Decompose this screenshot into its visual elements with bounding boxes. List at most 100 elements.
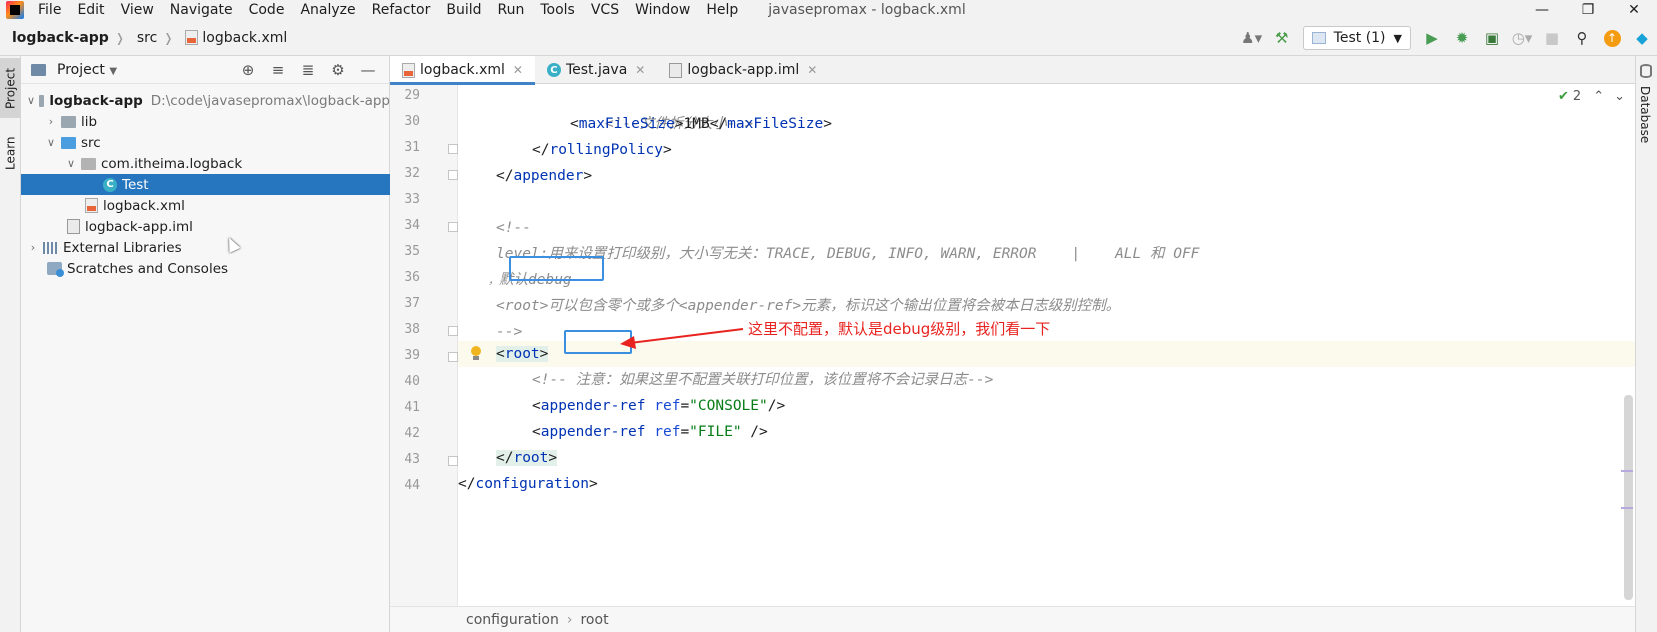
project-panel-tools: ⊕ ≡ ≣ ⚙ — bbox=[233, 56, 383, 84]
chevron-right-icon[interactable]: › bbox=[45, 115, 57, 128]
close-window-icon[interactable]: ✕ bbox=[1611, 0, 1657, 20]
menu-file[interactable]: File bbox=[30, 0, 69, 20]
menu-code[interactable]: Code bbox=[241, 0, 293, 20]
learn-tool-button[interactable]: Learn bbox=[0, 128, 21, 178]
chevron-right-icon: › bbox=[566, 611, 573, 628]
chevron-up-icon[interactable]: ⌃ bbox=[1593, 89, 1604, 104]
menu-view[interactable]: View bbox=[113, 0, 162, 20]
expand-all-icon[interactable]: ≡ bbox=[267, 59, 289, 81]
folder-icon bbox=[61, 115, 76, 128]
build-hammer-icon[interactable]: ⚒ bbox=[1271, 27, 1293, 49]
menu-refactor[interactable]: Refactor bbox=[364, 0, 439, 20]
chevron-down-icon[interactable]: ∨ bbox=[27, 94, 35, 107]
tree-item-logback-app[interactable]: ∨ logback-app D:\code\javasepromax\logba… bbox=[21, 90, 390, 111]
tree-item-external-libraries[interactable]: › External Libraries bbox=[21, 237, 390, 258]
tree-item-logback-xml[interactable]: logback.xml bbox=[21, 195, 390, 216]
vertical-scrollbar[interactable] bbox=[1621, 85, 1635, 606]
minimize-icon[interactable]: — bbox=[1519, 0, 1565, 20]
source-folder-icon bbox=[61, 136, 76, 149]
debug-icon[interactable]: ✹ bbox=[1451, 27, 1473, 49]
line-number: 44 bbox=[404, 478, 420, 493]
menu-window[interactable]: Window bbox=[627, 0, 698, 20]
code-line-41: <appender-ref ref="CONSOLE"/> bbox=[532, 398, 786, 414]
chevron-down-icon[interactable]: ∨ bbox=[65, 157, 77, 170]
menu-navigate[interactable]: Navigate bbox=[162, 0, 241, 20]
collapse-all-icon[interactable]: ≣ bbox=[297, 59, 319, 81]
code-comment: ， bbox=[488, 274, 499, 287]
fold-icon[interactable] bbox=[448, 222, 458, 232]
line-number: 37 bbox=[404, 296, 420, 311]
crumb-file[interactable]: logback.xml bbox=[173, 30, 287, 46]
chevron-right-icon: ❭ bbox=[114, 30, 125, 45]
hide-panel-icon[interactable]: — bbox=[357, 59, 379, 81]
close-icon[interactable]: ✕ bbox=[807, 63, 817, 77]
line-number: 35 bbox=[404, 244, 420, 259]
tab-test-java[interactable]: C Test.java ✕ bbox=[535, 56, 657, 84]
menu-run[interactable]: Run bbox=[490, 0, 533, 20]
scrollbar-thumb[interactable] bbox=[1624, 395, 1633, 600]
crumb-src[interactable]: src bbox=[125, 30, 157, 46]
tab-label: Test.java bbox=[565, 62, 628, 78]
fold-icon[interactable] bbox=[448, 352, 458, 362]
tree-item-label: logback.xml bbox=[103, 197, 185, 214]
gear-icon[interactable]: ⚙ bbox=[327, 59, 349, 81]
project-view-select[interactable]: Project ▼ bbox=[57, 62, 117, 78]
tree-item-src[interactable]: ∨ src bbox=[21, 132, 390, 153]
fold-icon[interactable] bbox=[448, 456, 458, 466]
user-icon[interactable]: ♟▾ bbox=[1241, 27, 1263, 49]
line-number: 32 bbox=[404, 166, 420, 181]
fold-icon[interactable] bbox=[448, 144, 458, 154]
code-line-40: <!-- 注意：如果这里不配置关联打印位置，该位置将不会记录日志--> bbox=[458, 367, 993, 393]
code-editor[interactable]: 29 30 31 32 33 34 35 36 37 38 39 40 41 4… bbox=[390, 85, 1635, 606]
tree-item-test[interactable]: C Test bbox=[21, 174, 390, 195]
project-tool-button[interactable]: Project bbox=[0, 58, 21, 118]
breadcrumb-configuration[interactable]: configuration bbox=[466, 612, 559, 628]
menu-vcs[interactable]: VCS bbox=[583, 0, 627, 20]
tree-item-scratches[interactable]: Scratches and Consoles bbox=[21, 258, 390, 279]
coverage-icon[interactable]: ▣ bbox=[1481, 27, 1503, 49]
line-number: 43 bbox=[404, 452, 420, 467]
tab-logback-xml[interactable]: logback.xml ✕ bbox=[390, 56, 535, 85]
menu-help[interactable]: Help bbox=[698, 0, 746, 20]
xml-string: "CONSOLE" bbox=[689, 398, 768, 414]
code-line-43: </root> bbox=[496, 450, 558, 466]
breadcrumb-root[interactable]: root bbox=[580, 612, 608, 628]
module-folder-icon bbox=[39, 94, 45, 107]
run-configuration-select[interactable]: Test (1) ▼ bbox=[1302, 26, 1411, 50]
fold-icon[interactable] bbox=[448, 326, 458, 336]
stop-icon[interactable]: ■ bbox=[1541, 27, 1563, 49]
line-number: 39 bbox=[404, 348, 420, 363]
library-icon bbox=[43, 241, 58, 254]
profile-icon[interactable]: ◷▾ bbox=[1511, 27, 1533, 49]
close-icon[interactable]: ✕ bbox=[513, 63, 523, 77]
run-icon[interactable]: ▶ bbox=[1421, 27, 1443, 49]
locate-icon[interactable]: ⊕ bbox=[237, 59, 259, 81]
chevron-down-icon: ▼ bbox=[1393, 31, 1402, 45]
tree-item-package[interactable]: ∨ com.itheima.logback bbox=[21, 153, 390, 174]
crumb-project[interactable]: logback-app bbox=[0, 30, 109, 46]
tree-item-lib[interactable]: › lib bbox=[21, 111, 390, 132]
tree-item-label: External Libraries bbox=[63, 239, 182, 256]
toolbox-icon[interactable]: ◆ bbox=[1631, 27, 1653, 49]
menu-edit[interactable]: Edit bbox=[69, 0, 112, 20]
restore-icon[interactable]: ❐ bbox=[1565, 0, 1611, 20]
close-icon[interactable]: ✕ bbox=[635, 63, 645, 77]
navigation-bar: logback-app ❭ src ❭ logback.xml ♟▾ ⚒ Tes… bbox=[0, 20, 1657, 56]
inspection-widget[interactable]: ✔ 2 ⌃ ⌄ bbox=[1558, 89, 1625, 104]
xml-tag: rollingPolicy bbox=[549, 142, 663, 158]
menu-analyze[interactable]: Analyze bbox=[292, 0, 363, 20]
project-panel: Project ▼ ⊕ ≡ ≣ ⚙ — ∨ logback-app D:\cod… bbox=[21, 56, 390, 632]
fold-icon[interactable] bbox=[448, 170, 458, 180]
java-class-icon: C bbox=[546, 63, 561, 77]
package-icon bbox=[81, 157, 96, 170]
update-icon[interactable]: ↑ bbox=[1601, 27, 1623, 49]
tree-item-iml[interactable]: logback-app.iml bbox=[21, 216, 390, 237]
menu-build[interactable]: Build bbox=[438, 0, 489, 20]
tab-logback-app-iml[interactable]: logback-app.iml ✕ bbox=[657, 56, 829, 84]
xml-tag: appender bbox=[513, 168, 584, 184]
chevron-down-icon[interactable]: ∨ bbox=[45, 136, 57, 149]
database-tool-button[interactable]: Database bbox=[1638, 86, 1652, 143]
chevron-right-icon[interactable]: › bbox=[27, 241, 39, 254]
menu-tools[interactable]: Tools bbox=[532, 0, 583, 20]
search-icon[interactable]: ⚲ bbox=[1571, 27, 1593, 49]
